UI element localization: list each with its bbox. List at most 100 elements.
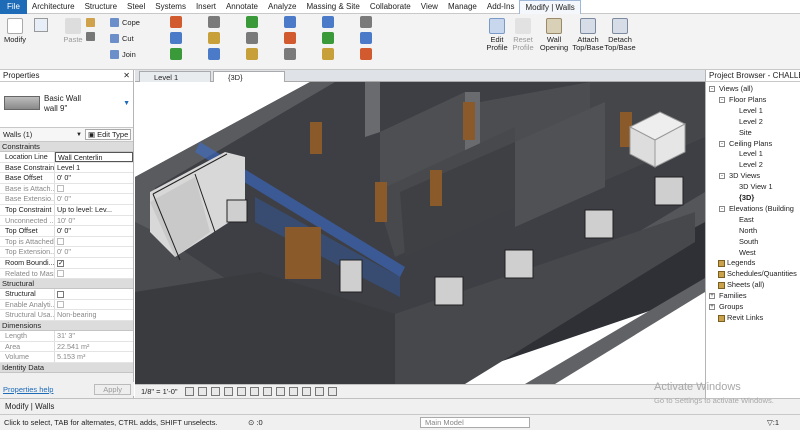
tab-level-1[interactable]: Level 1 — [139, 71, 211, 82]
browser-item-ceiling-plans[interactable]: Ceiling Plans — [729, 139, 772, 149]
menu-tab-massing-site[interactable]: Massing & Site — [301, 0, 364, 14]
edit-type-button[interactable]: ▣ Edit Type — [84, 129, 132, 140]
property-value[interactable]: Level 1 — [55, 163, 133, 173]
browser-item-level-2[interactable]: Level 2 — [739, 117, 763, 127]
view-scale[interactable]: 1/8" = 1'-0" — [135, 387, 178, 396]
cut-button[interactable]: Cut — [110, 32, 134, 44]
prop-section-constraints[interactable]: Constraints — [0, 142, 133, 152]
property-row[interactable]: Structural — [0, 289, 133, 300]
visual-style-icon[interactable] — [198, 387, 207, 396]
menu-tab-manage[interactable]: Manage — [443, 0, 482, 14]
browser-item-west[interactable]: West — [739, 248, 756, 258]
browser-item-schedules-quantities[interactable]: Schedules/Quantities — [727, 269, 797, 279]
browser-item-floor-plans[interactable]: Floor Plans — [729, 95, 766, 105]
browser-item-groups[interactable]: Groups — [719, 302, 743, 312]
modify-button[interactable]: Modify — [2, 18, 28, 44]
shadows-icon[interactable] — [224, 387, 233, 396]
clipboard-icon[interactable] — [34, 18, 48, 32]
browser-item-elevations-building[interactable]: Elevations (Building — [729, 204, 794, 214]
cut-row[interactable] — [86, 30, 98, 42]
offset-icon[interactable] — [208, 48, 220, 60]
array-icon[interactable] — [322, 32, 334, 44]
menu-tab-add-ins[interactable]: Add-Ins — [482, 0, 520, 14]
browser-item-3d-views[interactable]: 3D Views — [729, 171, 760, 181]
property-value[interactable]: 0' 0" — [55, 173, 133, 183]
property-value[interactable]: Up to level: Lev... — [55, 205, 133, 215]
browser-item-revit-links[interactable]: Revit Links — [727, 313, 763, 323]
edit-profile-button[interactable]: Edit Profile — [484, 18, 510, 52]
type-selector[interactable]: Basic Wall wall 9" ▼ — [0, 82, 133, 128]
collapse-icon[interactable]: - — [719, 173, 725, 180]
crop-icon[interactable] — [250, 387, 259, 396]
sun-path-icon[interactable] — [211, 387, 220, 396]
copy-element-icon[interactable] — [284, 16, 296, 28]
menu-tab-architecture[interactable]: Architecture — [27, 0, 80, 14]
move-icon[interactable] — [246, 48, 258, 60]
collapse-icon[interactable]: - — [719, 140, 725, 147]
browser-item-south[interactable]: South — [739, 237, 758, 247]
property-row[interactable]: Top Constraint Up to level: Lev... — [0, 204, 133, 216]
scale-icon[interactable] — [322, 48, 334, 60]
menu-tab-collaborate[interactable]: Collaborate — [365, 0, 416, 14]
collapse-icon[interactable]: - — [719, 205, 725, 212]
paint-icon[interactable] — [170, 32, 182, 44]
menu-tab-view[interactable]: View — [416, 0, 443, 14]
element-filter-dropdown[interactable]: Walls (1) — [0, 130, 76, 139]
menu-tab-modify-walls[interactable]: Modify | Walls — [519, 0, 581, 14]
property-value[interactable]: ✓ — [55, 258, 133, 268]
prop-section-identity-data[interactable]: Identity Data — [0, 362, 133, 373]
align-icon[interactable] — [208, 32, 220, 44]
browser-item-level-2[interactable]: Level 2 — [739, 160, 763, 170]
active-model-dropdown[interactable]: Main Model — [420, 417, 530, 428]
split-icon[interactable] — [322, 16, 334, 28]
cope-button[interactable]: Cope — [110, 16, 140, 28]
property-row[interactable]: Base Offset 0' 0" — [0, 173, 133, 184]
menu-tab-systems[interactable]: Systems — [150, 0, 191, 14]
menu-tab-annotate[interactable]: Annotate — [221, 0, 263, 14]
split-face-icon[interactable] — [170, 48, 182, 60]
temporary-hide-icon[interactable] — [289, 387, 298, 396]
collapse-icon[interactable]: - — [709, 86, 715, 92]
rotate-icon[interactable] — [284, 32, 296, 44]
property-value[interactable]: Wall Centerlin — [55, 152, 133, 162]
collapse-icon[interactable]: - — [719, 96, 725, 103]
detail-level-icon[interactable] — [185, 387, 194, 396]
expand-icon[interactable]: + — [709, 293, 715, 300]
reveal-hidden-icon[interactable] — [302, 387, 311, 396]
browser-item-legends[interactable]: Legends — [727, 258, 755, 268]
chevron-down-icon[interactable]: ▼ — [123, 100, 130, 107]
apply-button[interactable]: Apply — [94, 383, 131, 395]
analytical-icon[interactable] — [315, 387, 324, 396]
menu-tab-file[interactable]: File — [0, 0, 27, 14]
property-row[interactable]: Top Offset 0' 0" — [0, 226, 133, 237]
tab-3d[interactable]: {3D} — [213, 71, 285, 82]
join-button[interactable]: Join — [110, 48, 136, 60]
browser-item-families[interactable]: Families — [719, 291, 747, 301]
highlight-icon[interactable] — [328, 387, 337, 396]
unpin-icon[interactable] — [360, 32, 372, 44]
checkbox[interactable] — [57, 290, 64, 298]
demolish-icon[interactable] — [208, 16, 220, 28]
browser-item-sheets-all[interactable]: Sheets (all) — [727, 280, 764, 290]
prop-section-dimensions[interactable]: Dimensions — [0, 320, 133, 331]
browser-item-site[interactable]: Site — [739, 128, 752, 138]
attach-top-base-button[interactable]: Attach Top/Base — [572, 18, 604, 52]
browser-item-north[interactable]: North — [739, 226, 757, 236]
paste-button[interactable]: Paste — [62, 18, 84, 44]
browser-item-east[interactable]: East — [739, 215, 754, 225]
properties-help-link[interactable]: Properties help — [3, 385, 53, 394]
menu-tab-insert[interactable]: Insert — [191, 0, 221, 14]
mirror-draw-icon[interactable] — [246, 32, 258, 44]
property-value[interactable]: 0' 0" — [55, 226, 133, 236]
property-row[interactable]: Room Boundi... ✓ — [0, 257, 133, 269]
unlock-3d-icon[interactable] — [276, 387, 285, 396]
browser-item-3d[interactable]: {3D} — [739, 193, 754, 203]
selection-filter[interactable]: ▽:1 — [767, 415, 779, 430]
browser-item-views-all[interactable]: Views (all) — [719, 84, 753, 94]
property-row[interactable]: Base Constraint Level 1 — [0, 162, 133, 174]
chevron-down-icon[interactable]: ▼ — [76, 132, 82, 138]
render-icon[interactable] — [237, 387, 246, 396]
trim-icon[interactable] — [284, 48, 296, 60]
3d-viewport[interactable] — [135, 82, 705, 384]
reset-profile-button[interactable]: Reset Profile — [510, 18, 536, 52]
